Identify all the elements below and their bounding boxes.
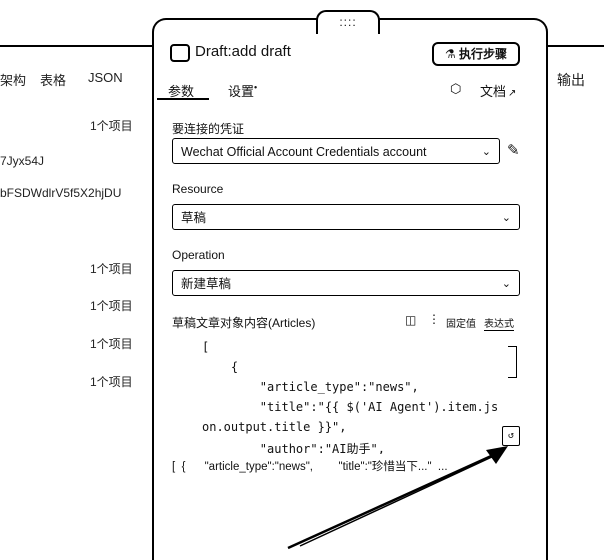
annotation-arrow [287, 446, 508, 550]
arrow-shaft [287, 450, 501, 550]
arrow-head [486, 446, 508, 464]
arrow-shaft-2 [299, 455, 495, 547]
